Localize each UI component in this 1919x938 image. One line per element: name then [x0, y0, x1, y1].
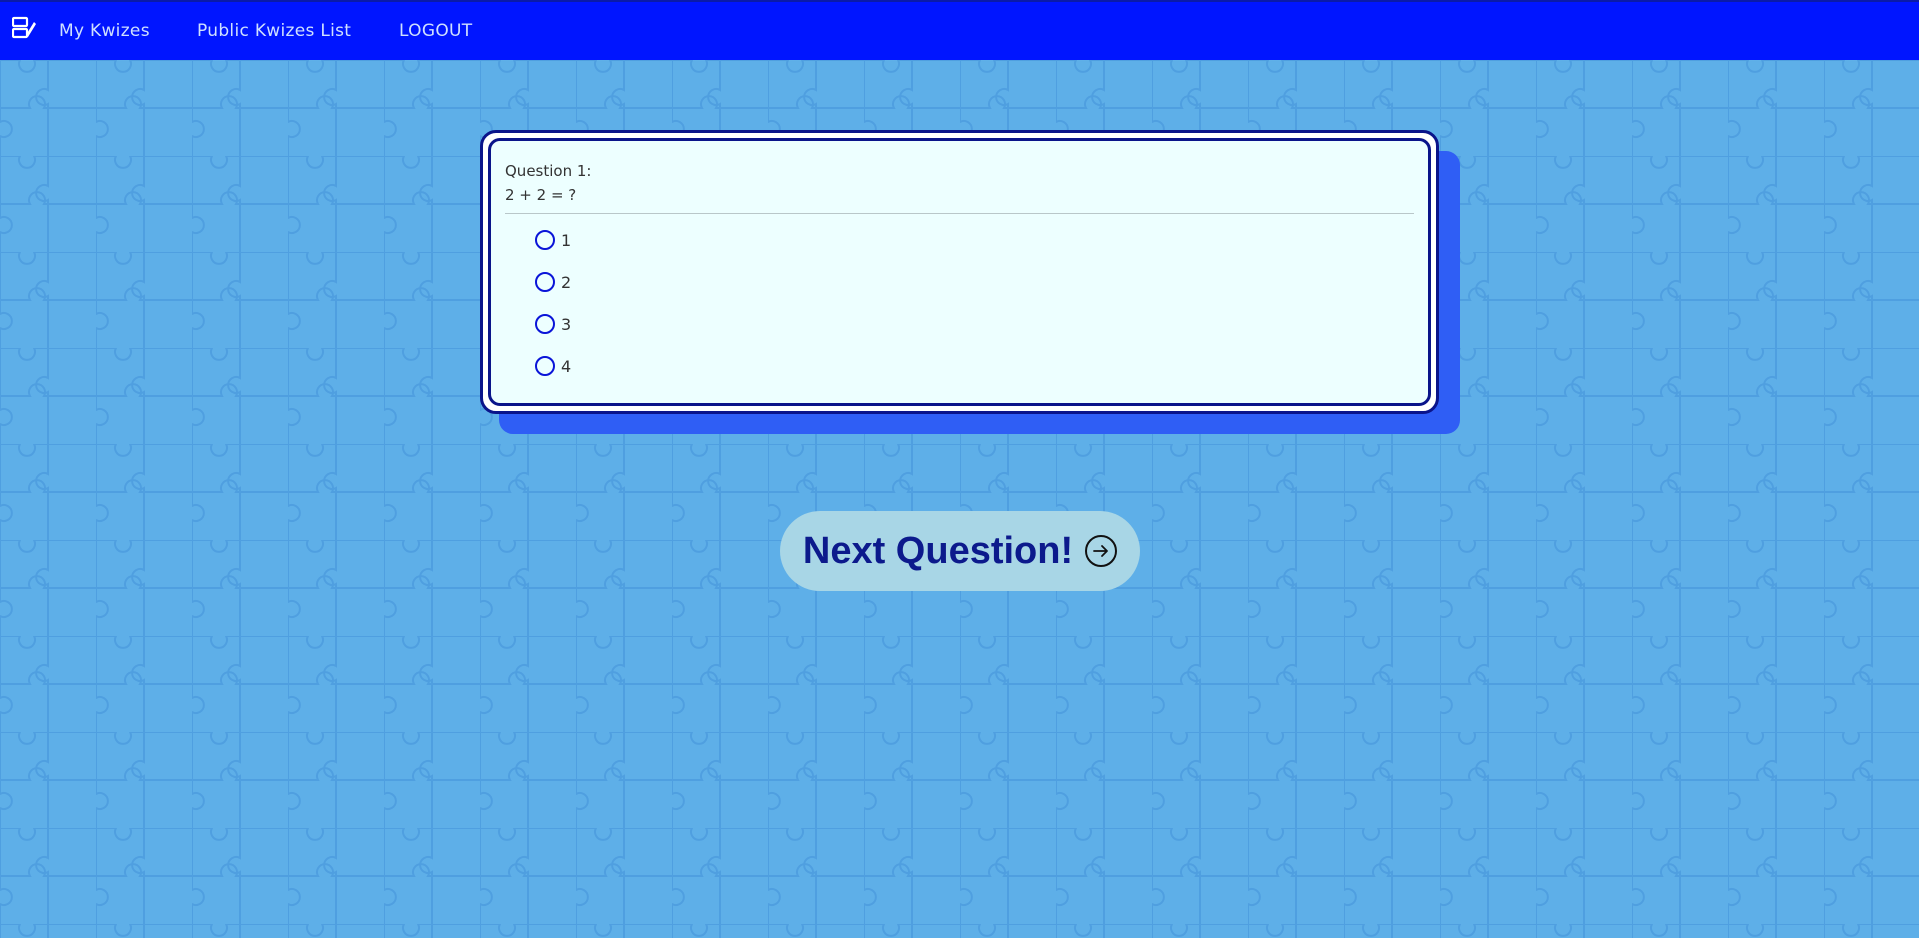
- next-question-button[interactable]: Next Question!: [780, 511, 1140, 591]
- answer-option-2[interactable]: 2: [535, 269, 571, 295]
- radio-button[interactable]: [535, 356, 555, 376]
- quiz-editor-icon[interactable]: [11, 16, 36, 40]
- top-navbar: My Kwizes Public Kwizes List LOGOUT: [0, 0, 1919, 60]
- next-question-label: Next Question!: [802, 529, 1074, 572]
- question-card: Question 1: 2 + 2 = ? 1 2 3 4: [480, 130, 1439, 414]
- answer-option-label: 1: [561, 230, 572, 250]
- answer-option-label: 3: [561, 314, 572, 334]
- answer-option-1[interactable]: 1: [535, 227, 571, 253]
- radio-button[interactable]: [535, 272, 555, 292]
- question-divider: [505, 213, 1414, 214]
- arrow-right-circle-icon: [1085, 535, 1118, 567]
- answer-option-3[interactable]: 3: [535, 311, 571, 337]
- question-title: Question 1:: [505, 162, 592, 180]
- answer-option-label: 2: [561, 272, 572, 292]
- answer-option-label: 4: [561, 356, 572, 376]
- nav-link-logout[interactable]: LOGOUT: [399, 21, 472, 41]
- radio-button[interactable]: [535, 314, 555, 334]
- question-card-inner: Question 1: 2 + 2 = ? 1 2 3 4: [488, 138, 1431, 406]
- question-text: 2 + 2 = ?: [505, 186, 577, 204]
- answer-option-4[interactable]: 4: [535, 353, 571, 379]
- nav-link-my-kwizes[interactable]: My Kwizes: [59, 21, 150, 41]
- radio-button[interactable]: [535, 230, 555, 250]
- nav-link-public-kwizes-list[interactable]: Public Kwizes List: [197, 21, 351, 41]
